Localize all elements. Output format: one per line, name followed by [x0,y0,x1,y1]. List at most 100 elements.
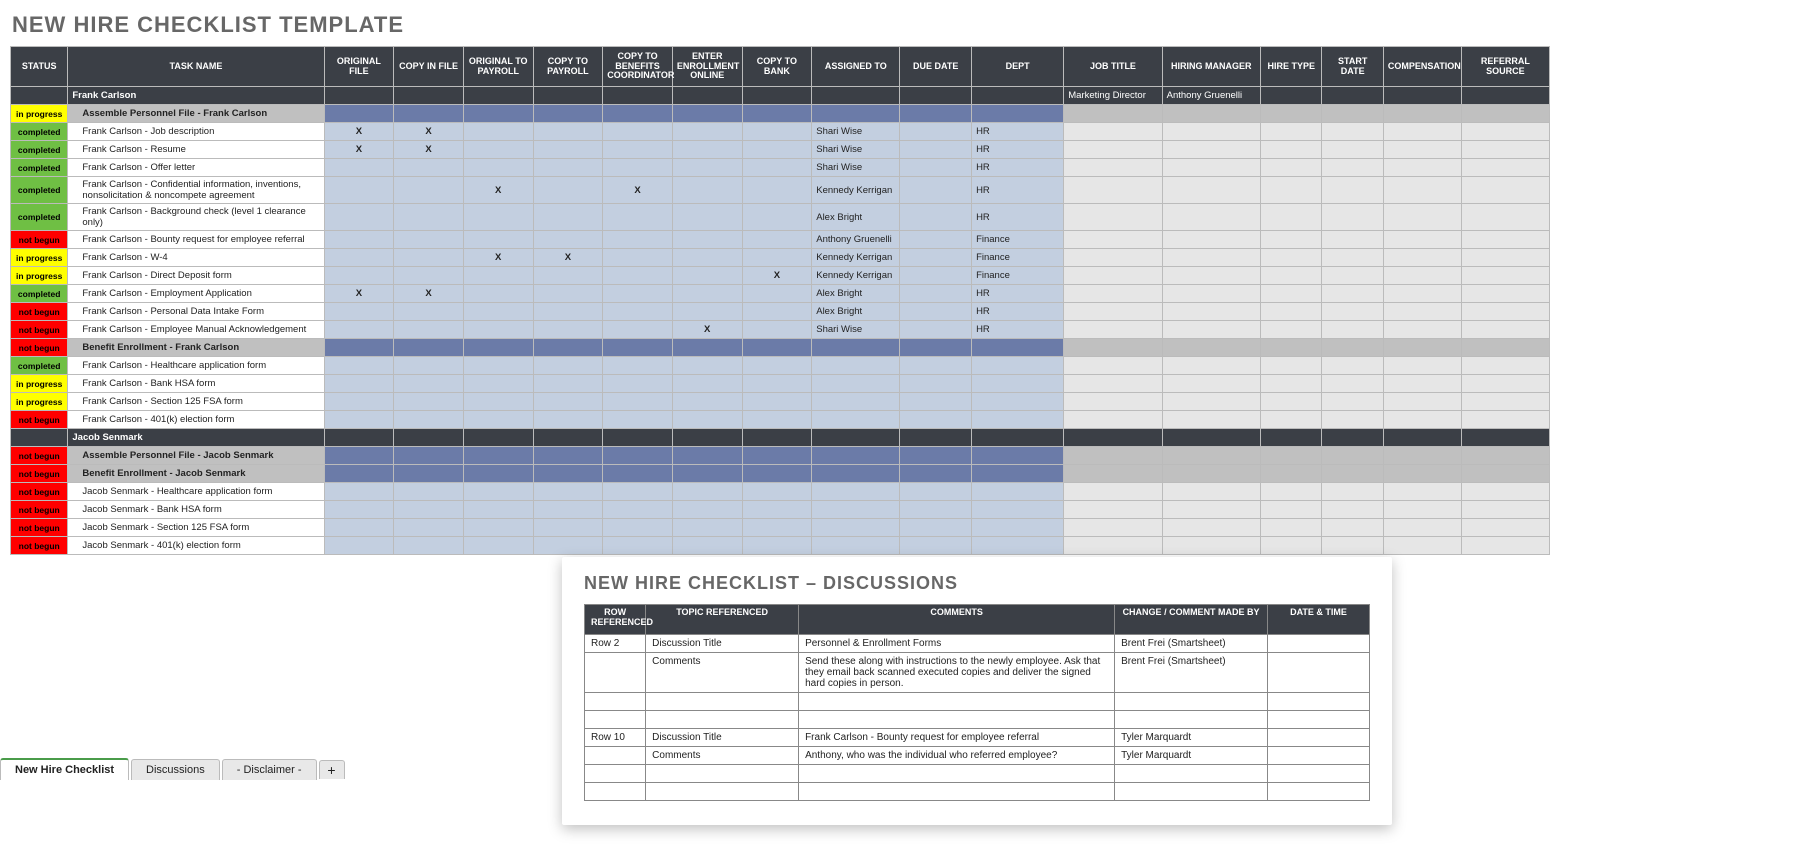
check-cell[interactable] [324,159,394,177]
check-cell[interactable] [463,159,533,177]
check-cell[interactable] [742,519,812,537]
check-cell[interactable] [533,501,603,519]
table-row[interactable]: completedFrank Carlson - Job description… [11,123,1550,141]
check-cell[interactable] [742,321,812,339]
table-row[interactable]: in progressFrank Carlson - W-4XXKennedy … [11,249,1550,267]
check-cell[interactable] [324,321,394,339]
table-row[interactable]: not begunAssemble Personnel File - Jacob… [11,447,1550,465]
check-cell[interactable] [394,411,464,429]
column-header[interactable]: COPY TO BENEFITS COORDINATOR [603,47,673,87]
check-cell[interactable] [603,267,673,285]
check-cell[interactable] [463,204,533,231]
check-cell[interactable] [533,303,603,321]
check-cell[interactable] [603,375,673,393]
check-cell[interactable] [463,267,533,285]
table-row[interactable]: not begunFrank Carlson - Employee Manual… [11,321,1550,339]
check-cell[interactable] [672,204,742,231]
table-row[interactable]: in progressFrank Carlson - Direct Deposi… [11,267,1550,285]
disc-column-header[interactable]: ROW REFERENCED [585,605,646,635]
check-cell[interactable] [672,375,742,393]
check-cell[interactable] [742,483,812,501]
tab-new-hire-checklist[interactable]: New Hire Checklist [0,758,129,780]
check-cell[interactable] [324,303,394,321]
check-cell[interactable] [742,204,812,231]
check-cell[interactable] [672,411,742,429]
check-cell[interactable]: X [394,285,464,303]
check-cell[interactable] [324,231,394,249]
column-header[interactable]: STATUS [11,47,68,87]
check-cell[interactable] [742,537,812,555]
discussion-row[interactable]: Row 10Discussion TitleFrank Carlson - Bo… [585,729,1370,747]
check-cell[interactable] [394,231,464,249]
check-cell[interactable] [463,375,533,393]
check-cell[interactable] [672,123,742,141]
check-cell[interactable]: X [324,285,394,303]
check-cell[interactable] [463,357,533,375]
check-cell[interactable] [533,123,603,141]
check-cell[interactable] [533,483,603,501]
disc-column-header[interactable]: TOPIC REFERENCED [646,605,799,635]
column-header[interactable]: COPY TO BANK [742,47,812,87]
table-row[interactable]: not begunFrank Carlson - Personal Data I… [11,303,1550,321]
table-row[interactable]: not begunFrank Carlson - 401(k) election… [11,411,1550,429]
check-cell[interactable] [603,483,673,501]
check-cell[interactable] [742,285,812,303]
check-cell[interactable]: X [463,177,533,204]
check-cell[interactable] [394,177,464,204]
column-header[interactable]: DEPT [972,47,1064,87]
check-cell[interactable] [324,375,394,393]
table-row[interactable]: completedFrank Carlson - ResumeXXShari W… [11,141,1550,159]
check-cell[interactable] [603,231,673,249]
discussion-row[interactable] [585,783,1370,801]
check-cell[interactable]: X [463,249,533,267]
check-cell[interactable]: X [394,141,464,159]
column-header[interactable]: HIRE TYPE [1260,47,1321,87]
check-cell[interactable] [742,249,812,267]
check-cell[interactable] [603,159,673,177]
discussion-row[interactable] [585,693,1370,711]
column-header[interactable]: TASK NAME [68,47,324,87]
check-cell[interactable] [394,321,464,339]
check-cell[interactable] [463,285,533,303]
check-cell[interactable] [533,231,603,249]
column-header[interactable]: ORIGINAL FILE [324,47,394,87]
check-cell[interactable] [742,177,812,204]
check-cell[interactable] [672,249,742,267]
check-cell[interactable] [394,483,464,501]
check-cell[interactable] [672,483,742,501]
table-row[interactable]: in progressFrank Carlson - Bank HSA form [11,375,1550,393]
check-cell[interactable] [533,519,603,537]
check-cell[interactable] [394,519,464,537]
table-row[interactable]: not begunBenefit Enrollment - Jacob Senm… [11,465,1550,483]
check-cell[interactable] [394,249,464,267]
check-cell[interactable] [603,411,673,429]
check-cell[interactable] [324,483,394,501]
check-cell[interactable]: X [742,267,812,285]
column-header[interactable]: ORIGINAL TO PAYROLL [463,47,533,87]
check-cell[interactable] [672,267,742,285]
disc-column-header[interactable]: CHANGE / COMMENT MADE BY [1115,605,1268,635]
table-row[interactable]: not begunFrank Carlson - Bounty request … [11,231,1550,249]
check-cell[interactable] [742,501,812,519]
check-cell[interactable] [672,231,742,249]
check-cell[interactable]: X [394,123,464,141]
table-row[interactable]: completedFrank Carlson - Healthcare appl… [11,357,1550,375]
check-cell[interactable] [742,231,812,249]
column-header[interactable]: ASSIGNED TO [812,47,900,87]
check-cell[interactable] [324,267,394,285]
column-header[interactable]: START DATE [1322,47,1383,87]
discussion-row[interactable]: CommentsSend these along with instructio… [585,653,1370,693]
check-cell[interactable] [394,501,464,519]
disc-column-header[interactable]: COMMENTS [799,605,1115,635]
check-cell[interactable] [394,393,464,411]
table-row[interactable]: not begunBenefit Enrollment - Frank Carl… [11,339,1550,357]
table-row[interactable]: Jacob Senmark [11,429,1550,447]
table-row[interactable]: in progressAssemble Personnel File - Fra… [11,105,1550,123]
column-header[interactable]: ENTER ENROLLMENT ONLINE [672,47,742,87]
check-cell[interactable] [324,357,394,375]
tab-add[interactable]: + [319,760,345,779]
column-header[interactable]: COMPENSATION [1383,47,1461,87]
check-cell[interactable] [672,285,742,303]
check-cell[interactable] [324,249,394,267]
check-cell[interactable] [394,267,464,285]
